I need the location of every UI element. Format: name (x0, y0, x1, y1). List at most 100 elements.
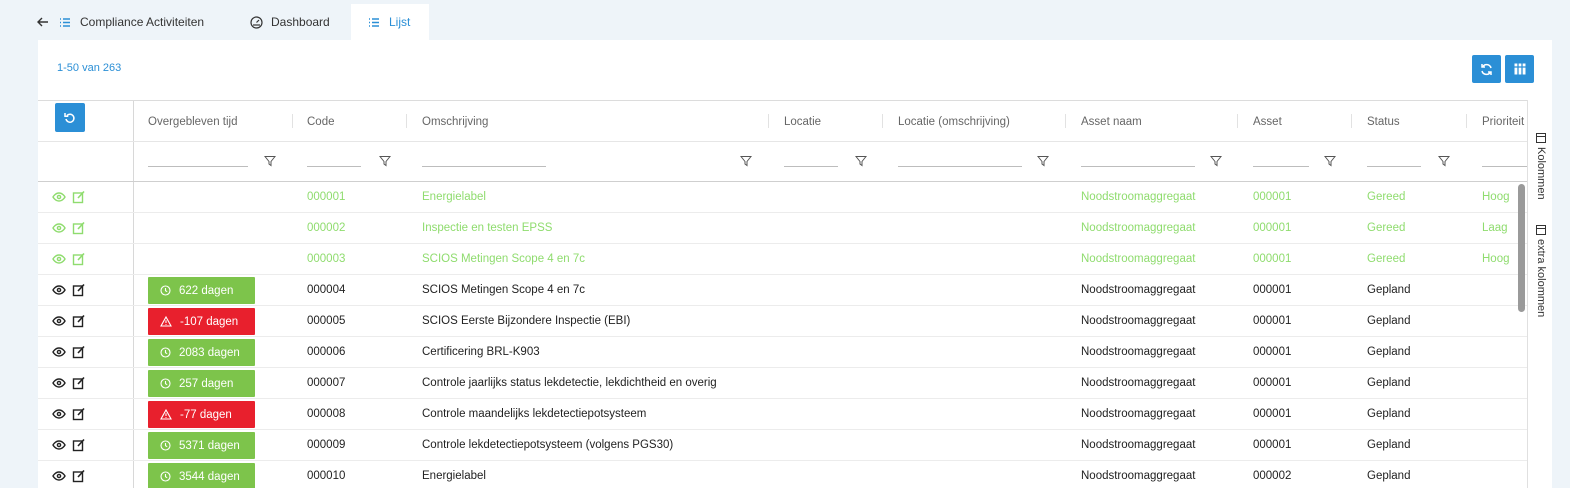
column-header-asset[interactable]: Asset (1253, 101, 1282, 142)
view-icon[interactable] (52, 345, 66, 359)
table-row[interactable]: 000002 Inspectie en testen EPSS Noodstro… (38, 213, 1528, 244)
list-icon (367, 15, 381, 29)
column-header-description[interactable]: Omschrijving (422, 101, 488, 142)
edit-icon[interactable] (72, 283, 86, 297)
remaining-time-badge: 2083 dagen (148, 339, 255, 366)
table-row[interactable]: 2083 dagen 000006 Certificering BRL-K903… (38, 337, 1528, 368)
undo-icon (64, 112, 75, 123)
column-header-remaining[interactable]: Overgebleven tijd (148, 101, 238, 142)
edit-icon[interactable] (72, 314, 86, 328)
remaining-time-badge: 257 dagen (148, 370, 255, 397)
cell-description: Controle maandelijks lekdetectiepotsyste… (422, 408, 647, 420)
columns-side-tab[interactable]: Kolommen (1535, 133, 1547, 200)
row-actions (52, 252, 86, 266)
column-layout-button[interactable] (1505, 55, 1534, 83)
cell-priority: Hoog (1482, 253, 1510, 265)
filter-icon[interactable] (379, 155, 391, 167)
view-icon[interactable] (52, 469, 66, 483)
filter-icon[interactable] (855, 155, 867, 167)
cell-asset-name: Noodstroomaggregaat (1081, 253, 1196, 265)
table-row[interactable]: 622 dagen 000004 SCIOS Metingen Scope 4 … (38, 275, 1528, 306)
view-icon[interactable] (52, 252, 66, 266)
cell-status: Gereed (1367, 253, 1406, 265)
view-icon[interactable] (52, 283, 66, 297)
column-header-asset-name[interactable]: Asset naam (1081, 101, 1142, 142)
edit-icon[interactable] (72, 407, 86, 421)
filter-icon[interactable] (1324, 155, 1336, 167)
table-row[interactable]: 000001 Energielabel Noodstroomaggregaat … (38, 182, 1528, 213)
column-separator[interactable] (1351, 114, 1352, 128)
row-actions (52, 314, 86, 328)
column-separator[interactable] (1237, 114, 1238, 128)
cell-code: 000002 (307, 222, 346, 234)
edit-icon[interactable] (72, 221, 86, 235)
view-icon[interactable] (52, 190, 66, 204)
view-icon[interactable] (52, 438, 66, 452)
refresh-button[interactable] (1472, 55, 1501, 83)
column-separator[interactable] (882, 114, 883, 128)
cell-asset: 000001 (1253, 253, 1292, 265)
edit-icon[interactable] (72, 345, 86, 359)
view-icon[interactable] (52, 407, 66, 421)
remaining-time-badge: 622 dagen (148, 277, 255, 304)
record-count: 1-50 van 263 (57, 62, 122, 74)
table-row[interactable]: 3544 dagen 000010 Energielabel Noodstroo… (38, 461, 1528, 488)
column-separator[interactable] (292, 114, 293, 128)
tab-compliance-activiteiten[interactable]: Compliance Activiteiten (36, 4, 204, 40)
table-row[interactable]: 257 dagen 000007 Controle jaarlijks stat… (38, 368, 1528, 399)
clock-icon (160, 285, 171, 296)
cell-asset: 000001 (1253, 315, 1292, 327)
cell-code: 000008 (307, 408, 346, 420)
tab-dashboard[interactable]: Dashboard (249, 4, 330, 40)
filter-icon[interactable] (1438, 155, 1450, 167)
column-separator[interactable] (406, 114, 407, 128)
edit-icon[interactable] (72, 252, 86, 266)
table-row[interactable]: 000003 SCIOS Metingen Scope 4 en 7c Nood… (38, 244, 1528, 275)
table-row[interactable]: -77 dagen 000008 Controle maandelijks le… (38, 399, 1528, 430)
cell-asset: 000002 (1253, 470, 1292, 482)
edit-icon[interactable] (72, 469, 86, 483)
edit-icon[interactable] (72, 438, 86, 452)
cell-asset-name: Noodstroomaggregaat (1081, 439, 1196, 451)
view-icon[interactable] (52, 376, 66, 390)
cell-asset: 000001 (1253, 377, 1292, 389)
filter-input-status[interactable] (1367, 159, 1421, 167)
filter-input-asset-name[interactable] (1081, 159, 1195, 167)
column-separator[interactable] (1466, 114, 1467, 128)
column-separator[interactable] (768, 114, 769, 128)
cell-asset: 000001 (1253, 408, 1292, 420)
filter-input-priority[interactable] (1482, 159, 1528, 167)
view-icon[interactable] (52, 221, 66, 235)
filter-icon[interactable] (1037, 155, 1049, 167)
remaining-time-text: -107 dagen (180, 315, 239, 328)
filter-icon[interactable] (264, 155, 276, 167)
column-header-location[interactable]: Locatie (784, 101, 821, 142)
filter-icon[interactable] (1210, 155, 1222, 167)
reset-filters-button[interactable] (55, 103, 85, 132)
filter-input-description[interactable] (422, 159, 546, 167)
vertical-scrollbar[interactable] (1518, 184, 1525, 312)
column-separator[interactable] (1065, 114, 1066, 128)
column-header-location-description[interactable]: Locatie (omschrijving) (898, 101, 1010, 142)
edit-icon[interactable] (72, 190, 86, 204)
extra-columns-side-tab[interactable]: extra kolommen (1535, 225, 1547, 317)
tab-lijst[interactable]: Lijst (351, 4, 429, 40)
edit-icon[interactable] (72, 376, 86, 390)
table-row[interactable]: 5371 dagen 000009 Controle lekdetectiepo… (38, 430, 1528, 461)
cell-status: Gereed (1367, 222, 1406, 234)
filter-icon[interactable] (740, 155, 752, 167)
filter-input-location-description[interactable] (898, 159, 1022, 167)
side-tab-label: Kolommen (1535, 147, 1547, 200)
filter-input-remaining[interactable] (148, 159, 248, 167)
filter-input-code[interactable] (307, 159, 361, 167)
view-icon[interactable] (52, 314, 66, 328)
filter-input-asset[interactable] (1253, 159, 1309, 167)
tab-label: Dashboard (271, 15, 330, 29)
column-header-priority[interactable]: Prioriteit (1482, 101, 1528, 142)
filter-input-location[interactable] (784, 159, 838, 167)
column-header-code[interactable]: Code (307, 101, 335, 142)
column-header-status[interactable]: Status (1367, 101, 1400, 142)
cell-status: Gepland (1367, 315, 1411, 327)
arrow-left-icon[interactable] (36, 15, 50, 29)
table-row[interactable]: -107 dagen 000005 SCIOS Eerste Bijzonder… (38, 306, 1528, 337)
